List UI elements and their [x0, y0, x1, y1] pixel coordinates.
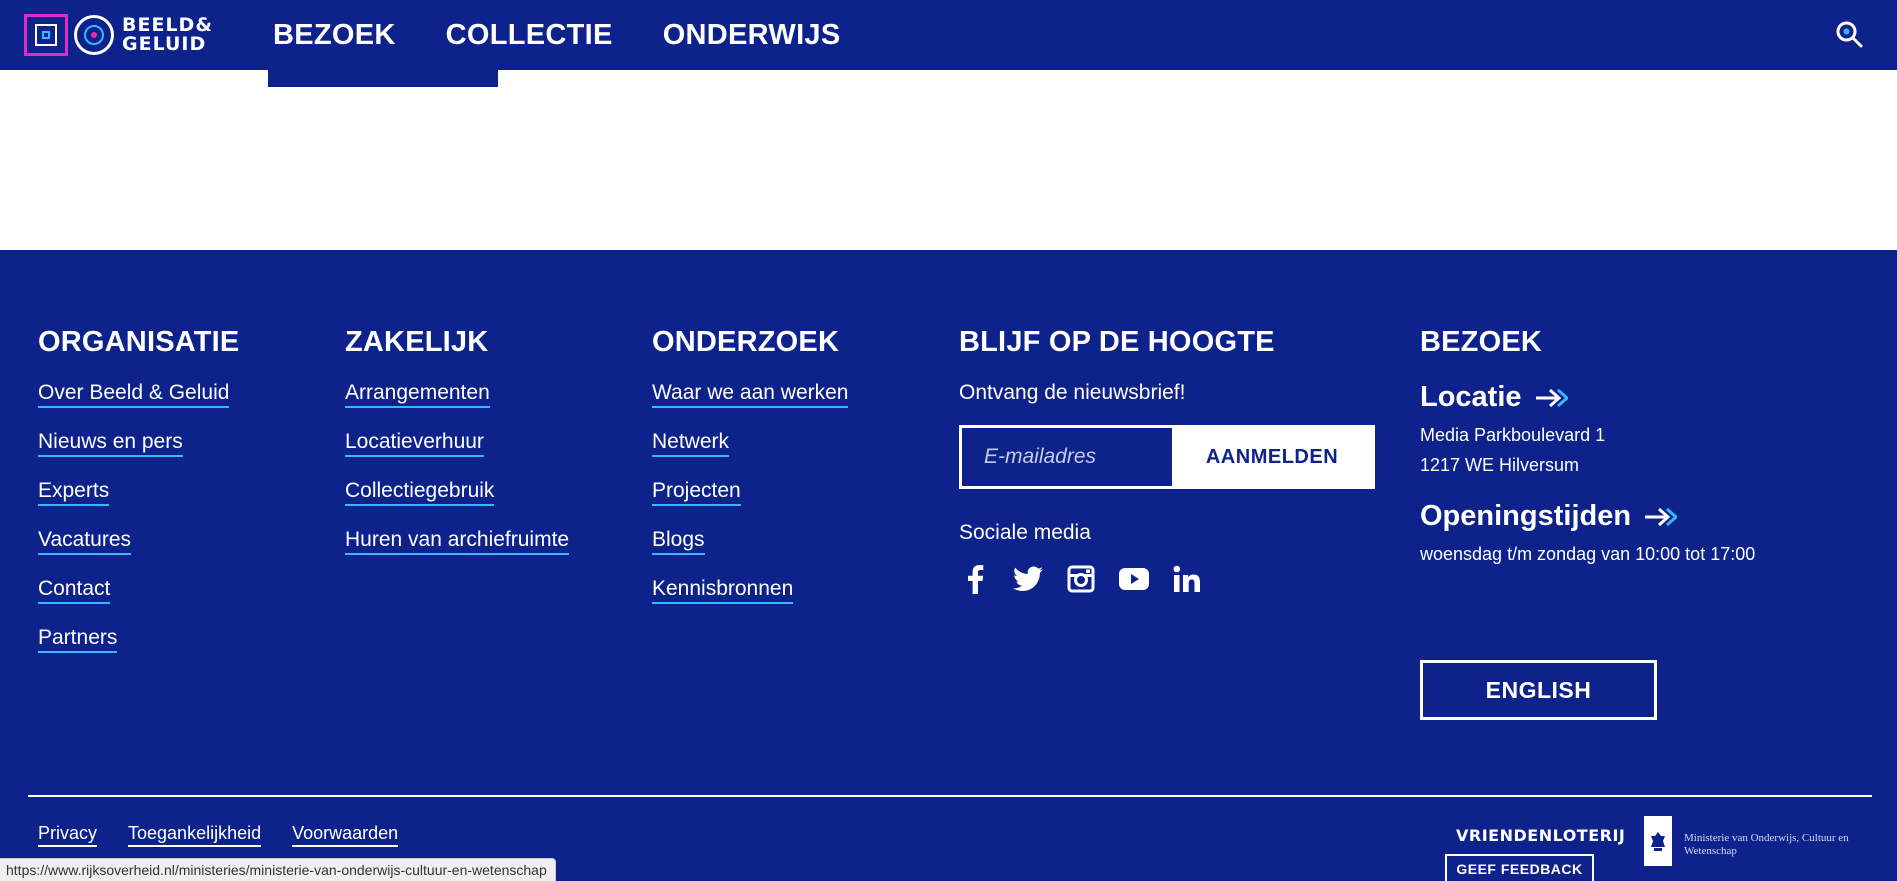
footer-heading-blijf-op-de-hoogte: BLIJF OP DE HOOGTE: [959, 326, 1275, 358]
footer-link-experts[interactable]: Experts: [38, 479, 110, 506]
footer-heading-bezoek: BEZOEK: [1420, 326, 1543, 358]
footer-divider: [28, 795, 1872, 797]
linkedin-icon[interactable]: [1171, 563, 1203, 595]
footer-link-voorwaarden[interactable]: Voorwaarden: [292, 823, 399, 847]
beeld-en-geluid-logo[interactable]: BEELD& GELUID: [24, 14, 213, 56]
footer-link-arrangementen[interactable]: Arrangementen: [345, 381, 490, 408]
social-media-label: Sociale media: [959, 521, 1091, 544]
footer-link-collectiegebruik[interactable]: Collectiegebruik: [345, 479, 495, 506]
locatie-link[interactable]: Locatie: [1420, 381, 1755, 414]
footer-link-partners[interactable]: Partners: [38, 626, 118, 653]
footer-heading-zakelijk: ZAKELIJK: [345, 326, 489, 358]
twitter-icon[interactable]: [1012, 563, 1044, 595]
footer-link-over-beeld-en-geluid[interactable]: Over Beeld & Geluid: [38, 381, 230, 408]
arrow-right-icon: [1645, 507, 1678, 526]
openingstijden-title: Openingstijden: [1420, 500, 1632, 532]
footer-column-zakelijk: ZAKELIJK Arrangementen Locatieverhuur Co…: [345, 326, 570, 577]
footer-link-blogs[interactable]: Blogs: [652, 528, 705, 555]
footer-link-toegankelijkheid[interactable]: Toegankelijkheid: [128, 823, 262, 847]
footer-link-huren-van-archiefruimte[interactable]: Huren van archiefruimte: [345, 528, 570, 555]
footer-link-contact[interactable]: Contact: [38, 577, 111, 604]
newsletter-email-input[interactable]: [962, 428, 1172, 486]
ministry-crest-icon: [1644, 816, 1672, 866]
logo-square-icon: [24, 14, 68, 56]
opening-hours: woensdag t/m zondag van 10:00 tot 17:00: [1420, 544, 1756, 564]
newsletter-label: Ontvang de nieuwsbrief!: [959, 381, 1186, 404]
logo-circle-icon: [74, 15, 114, 55]
footer-column-onderzoek: ONDERZOEK Waar we aan werken Netwerk Pro…: [652, 326, 849, 626]
footer-column-newsletter: BLIJF OP DE HOOGTE Ontvang de nieuwsbrie…: [959, 326, 1375, 595]
footer-heading-organisatie: ORGANISATIE: [38, 326, 240, 358]
nav-item-onderwijs[interactable]: ONDERWIJS: [658, 0, 846, 70]
youtube-icon[interactable]: [1118, 563, 1150, 595]
ministry-logo-link[interactable]: Ministerie van Onderwijs, Cultuur en Wet…: [1684, 832, 1874, 858]
footer-link-netwerk[interactable]: Netwerk: [652, 430, 730, 457]
english-language-button[interactable]: ENGLISH: [1420, 660, 1657, 720]
site-footer: ORGANISATIE Over Beeld & Geluid Nieuws e…: [0, 250, 1897, 881]
vriendenloterij-logo[interactable]: VRIENDENLOTERIJ: [1456, 826, 1625, 845]
logo-wordmark: BEELD& GELUID: [122, 14, 213, 55]
footer-link-waar-we-aan-werken[interactable]: Waar we aan werken: [652, 381, 849, 408]
geef-feedback-button[interactable]: GEEF FEEDBACK: [1445, 854, 1594, 881]
address-line-2: 1217 WE Hilversum: [1420, 455, 1580, 475]
footer-heading-onderzoek: ONDERZOEK: [652, 326, 840, 358]
newsletter-form: AANMELDEN: [959, 425, 1375, 489]
facebook-icon[interactable]: [959, 563, 991, 595]
footer-link-projecten[interactable]: Projecten: [652, 479, 741, 506]
locatie-title: Locatie: [1420, 381, 1522, 413]
address-line-1: Media Parkboulevard 1: [1420, 425, 1606, 445]
footer-link-vacatures[interactable]: Vacatures: [38, 528, 131, 555]
footer-link-locatieverhuur[interactable]: Locatieverhuur: [345, 430, 484, 457]
arrow-right-icon: [1535, 388, 1568, 407]
instagram-icon[interactable]: [1065, 563, 1097, 595]
status-bar-url: https://www.rijksoverheid.nl/ministeries…: [0, 858, 556, 881]
openingstijden-link[interactable]: Openingstijden: [1420, 500, 1755, 533]
legal-links: Privacy Toegankelijkheid Voorwaarden: [38, 823, 429, 847]
footer-link-nieuws-en-pers[interactable]: Nieuws en pers: [38, 430, 183, 457]
newsletter-subscribe-button[interactable]: AANMELDEN: [1172, 428, 1372, 486]
footer-link-kennisbronnen[interactable]: Kennisbronnen: [652, 577, 794, 604]
footer-link-privacy[interactable]: Privacy: [38, 823, 98, 847]
search-icon[interactable]: [1835, 20, 1863, 48]
active-tab-indicator: [268, 60, 498, 87]
social-media-links: [959, 563, 1375, 595]
footer-column-bezoek: BEZOEK Locatie Media Parkboulevard 1 121…: [1420, 326, 1755, 569]
footer-column-organisatie: ORGANISATIE Over Beeld & Geluid Nieuws e…: [38, 326, 239, 675]
